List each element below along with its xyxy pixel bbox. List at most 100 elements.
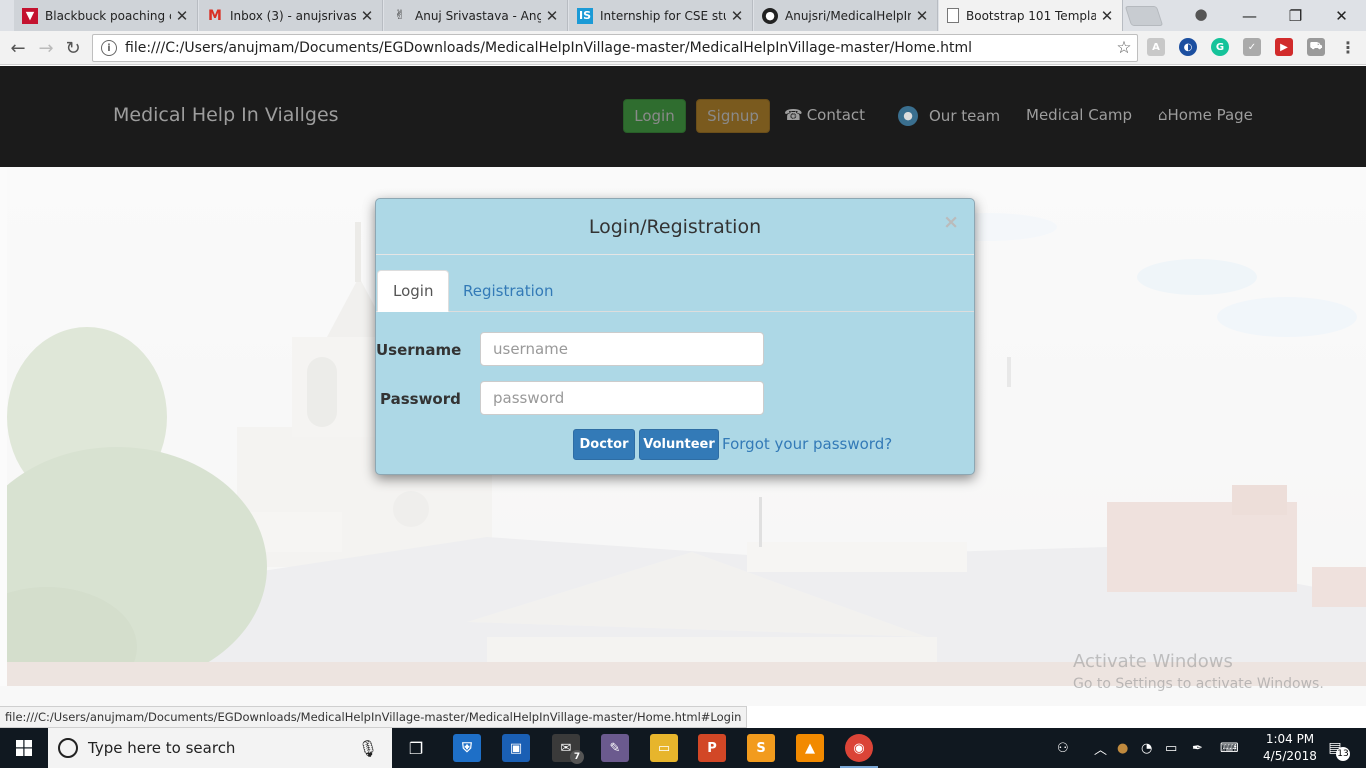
pdf-extension-icon[interactable]: A — [1147, 38, 1165, 56]
document-icon — [947, 8, 959, 23]
close-icon[interactable]: ✕ — [1100, 7, 1114, 25]
close-icon[interactable]: ✕ — [730, 7, 744, 25]
modal-tabs: Login Registration — [376, 255, 974, 312]
extension-icon[interactable]: ▶ — [1275, 38, 1293, 56]
bookmark-star-icon[interactable]: ☆ — [1111, 38, 1137, 58]
close-icon[interactable]: ✕ — [360, 7, 374, 25]
system-clock[interactable]: 1:04 PM 4/5/2018 — [1258, 731, 1322, 765]
new-tab-button[interactable] — [1124, 6, 1164, 26]
people-icon[interactable]: ⚇ — [1057, 728, 1069, 768]
phone-icon: ☎ — [784, 106, 803, 124]
close-icon[interactable]: × — [943, 211, 959, 233]
tab-title: Bootstrap 101 Template — [966, 8, 1096, 23]
info-icon[interactable]: i — [101, 40, 117, 56]
restore-button[interactable]: ❐ — [1272, 0, 1319, 31]
reload-icon[interactable]: ↻ — [61, 36, 85, 60]
tray-chevron-icon[interactable]: ︿ — [1094, 728, 1107, 768]
nav-our-team[interactable]: ● Our team — [898, 106, 1000, 126]
forward-arrow-icon[interactable]: → — [34, 36, 58, 60]
microphone-icon[interactable]: 🎙 — [358, 739, 378, 758]
nav-contact[interactable]: ☎ Contact — [784, 106, 865, 124]
username-label: Username — [376, 341, 462, 359]
tab-title: Blackbuck poaching cas — [45, 8, 171, 23]
close-window-button[interactable]: ✕ — [1318, 0, 1365, 31]
site-brand[interactable]: Medical Help In Viallges — [113, 104, 339, 126]
status-bar-url: file:///C:/Users/anujmam/Documents/EGDow… — [0, 706, 748, 728]
browser-tab-active[interactable]: Bootstrap 101 Template ✕ — [939, 0, 1123, 31]
tab-title: Anujsri/MedicalHelpInV — [785, 8, 911, 23]
action-center-icon[interactable]: ▤ 13 — [1322, 735, 1350, 761]
activate-windows-watermark: Activate Windows — [1073, 651, 1233, 672]
grammarly-icon[interactable]: G — [1211, 38, 1229, 56]
vlc-icon[interactable]: ▲ — [796, 734, 824, 762]
powerpoint-icon[interactable]: P — [698, 734, 726, 762]
keyboard-icon[interactable]: ⌨ — [1220, 728, 1239, 768]
url-text: file:///C:/Users/anujmam/Documents/EGDow… — [125, 40, 973, 56]
battery-icon[interactable]: ▭ — [1165, 728, 1177, 768]
home-icon: ⌂ — [1158, 106, 1168, 124]
notification-badge: 13 — [1336, 747, 1350, 761]
back-arrow-icon[interactable]: ← — [6, 36, 30, 60]
nav-label: Contact — [806, 106, 866, 124]
gmail-icon: M — [208, 7, 222, 24]
security-shield-icon[interactable]: ⛨ — [453, 734, 481, 762]
profile-icon[interactable]: ● — [1192, 5, 1210, 23]
team-icon: ● — [898, 106, 918, 126]
tray-app-icon[interactable]: ● — [1117, 728, 1128, 768]
address-bar[interactable]: i file:///C:/Users/anujmam/Documents/EGD… — [92, 34, 1138, 62]
browser-tab[interactable]: IS Internship for CSE stude ✕ — [569, 0, 753, 31]
pen-icon[interactable]: ✒ — [1192, 728, 1203, 768]
cortana-icon — [58, 738, 78, 758]
taskbar-search-box[interactable]: Type here to search 🎙 — [48, 728, 392, 768]
close-icon[interactable]: ✕ — [175, 7, 189, 25]
mail-icon[interactable]: ✉ 7 — [552, 734, 584, 764]
wifi-icon[interactable]: ◔ — [1141, 728, 1152, 768]
modal-header: Login/Registration × — [376, 199, 974, 255]
mail-badge: 7 — [570, 750, 584, 764]
nav-label: Our team — [929, 107, 1001, 125]
volunteer-button[interactable]: Volunteer — [639, 429, 719, 460]
password-input[interactable]: password — [480, 381, 764, 415]
browser-toolbar: ← → ↻ i file:///C:/Users/anujmam/Documen… — [0, 31, 1366, 65]
close-icon[interactable]: ✕ — [545, 7, 559, 25]
nav-medical-camp[interactable]: Medical Camp — [1026, 106, 1132, 124]
sublime-text-icon[interactable]: S — [747, 734, 775, 762]
browser-tab[interactable]: ✌ Anuj Srivastava - Angel ✕ — [384, 0, 568, 31]
username-input[interactable]: username — [480, 332, 764, 366]
login-button[interactable]: Login — [623, 99, 686, 133]
github-icon: ● — [762, 7, 778, 24]
windows-logo-icon — [16, 740, 32, 756]
tab-title: Inbox (3) - anujsrivastav — [230, 8, 356, 23]
browser-tab[interactable]: M Inbox (3) - anujsrivastav ✕ — [199, 0, 383, 31]
paint-icon[interactable]: ✎ — [601, 734, 629, 762]
signup-button[interactable]: Signup — [696, 99, 770, 133]
tab-title: Internship for CSE stude — [600, 8, 726, 23]
windows-taskbar: Type here to search 🎙 ❐ ⛨ ▣ ✉ 7 ✎ ▭ P S ▲… — [0, 728, 1366, 768]
chrome-icon[interactable]: ◉ — [840, 734, 878, 768]
internshala-icon: IS — [577, 7, 593, 24]
angellist-icon: ✌ — [394, 8, 406, 23]
windows-start-button[interactable] — [0, 728, 48, 768]
browser-tab[interactable]: ● Anujsri/MedicalHelpInV ✕ — [754, 0, 938, 31]
task-view-icon[interactable]: ❐ — [402, 734, 430, 762]
nav-label: Medical Camp — [1026, 106, 1133, 124]
activate-windows-subtext: Go to Settings to activate Windows. — [1073, 676, 1324, 692]
doctor-button[interactable]: Doctor — [573, 429, 635, 460]
browser-tab[interactable]: ▼ Blackbuck poaching cas ✕ — [14, 0, 198, 31]
login-registration-modal: Login/Registration × Login Registration … — [375, 198, 975, 475]
page-viewport: Medical Help In Viallges Login Signup ☎ … — [0, 66, 1366, 706]
bookmark-red-icon: ▼ — [22, 7, 38, 24]
forgot-password-link[interactable]: Forgot your password? — [722, 435, 892, 453]
file-explorer-icon[interactable]: ▭ — [650, 734, 678, 762]
minimize-button[interactable]: — — [1226, 0, 1273, 31]
menu-icon[interactable]: ⋮ — [1339, 38, 1357, 57]
tab-registration[interactable]: Registration — [448, 270, 568, 312]
store-icon[interactable]: ▣ — [502, 734, 530, 762]
extension-icon[interactable]: ◐ — [1179, 38, 1197, 56]
nav-home-page[interactable]: ⌂ Home Page — [1158, 106, 1253, 124]
tab-login[interactable]: Login — [377, 270, 450, 312]
close-icon[interactable]: ✕ — [915, 7, 929, 25]
search-placeholder: Type here to search — [88, 739, 236, 757]
cart-extension-icon[interactable]: ⛟ — [1307, 38, 1325, 56]
extension-icon[interactable]: ✓ — [1243, 38, 1261, 56]
